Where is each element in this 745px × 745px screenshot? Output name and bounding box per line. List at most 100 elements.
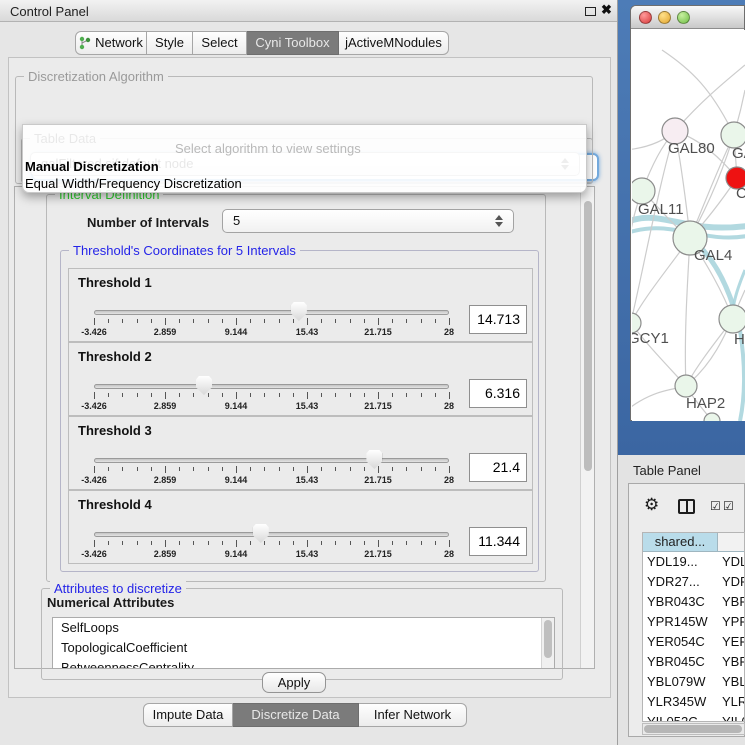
attributes-group: Attributes to discretize Numerical Attri… xyxy=(41,588,563,680)
thresholds-group-title: Threshold's Coordinates for 5 Intervals xyxy=(69,243,300,258)
table-toolbar: ⚙ ☑ ☑ xyxy=(629,484,744,530)
tick-label: -3.426 xyxy=(69,549,119,559)
table-row[interactable]: YPR145WYPR1 xyxy=(643,612,745,632)
slider-thumb[interactable] xyxy=(253,524,269,543)
attributes-group-title: Attributes to discretize xyxy=(50,581,186,596)
threshold-label: Threshold 2 xyxy=(78,349,152,364)
tab-select[interactable]: Select xyxy=(193,31,247,55)
interval-definition-group: Interval Definition Number of Intervals … xyxy=(46,194,546,582)
tab-impute-data[interactable]: Impute Data xyxy=(143,703,233,727)
tick-label: 15.43 xyxy=(282,549,332,559)
tab-label: Impute Data xyxy=(153,707,224,722)
column-header-0[interactable]: shared... xyxy=(643,533,718,552)
minimize-traffic-light-icon[interactable] xyxy=(658,11,671,24)
slider-thumb[interactable] xyxy=(196,376,212,395)
slider-track[interactable] xyxy=(94,458,449,463)
threshold-value-field[interactable]: 11.344 xyxy=(469,527,527,556)
attribute-item[interactable]: SelfLoops xyxy=(53,618,554,638)
table-row[interactable]: YDR27...YDR2 xyxy=(643,572,745,592)
popup-item-manual-discretization[interactable]: Manual Discretization xyxy=(25,159,159,174)
slider-track[interactable] xyxy=(94,310,449,315)
threshold-panel-1: Threshold 1-3.4262.8599.14415.4321.71528… xyxy=(68,268,533,342)
numerical-attributes-list[interactable]: SelfLoopsTopologicalCoefficientBetweenne… xyxy=(52,617,555,669)
column-header-1[interactable]: na xyxy=(718,533,745,552)
close-icon[interactable]: ✖ xyxy=(601,2,612,18)
slider-track[interactable] xyxy=(94,532,449,537)
table-row[interactable]: YDL19...YDL1 xyxy=(643,552,745,572)
node-label: C xyxy=(736,185,745,202)
tick-label: 9.144 xyxy=(211,401,261,411)
settings-scrollpane: Interval Definition Number of Intervals … xyxy=(14,186,595,669)
threshold-value-field[interactable]: 6.316 xyxy=(469,379,527,408)
control-panel-window: Control Panel ✖ Network Style Select Cyni T… xyxy=(0,0,618,745)
slider-track[interactable] xyxy=(94,384,449,389)
table-horizontal-scrollbar[interactable] xyxy=(642,723,745,735)
float-window-icon[interactable] xyxy=(585,7,596,16)
tick-label: 21.715 xyxy=(353,401,403,411)
tab-style[interactable]: Style xyxy=(147,31,193,55)
tab-label: Network xyxy=(95,35,143,50)
table-panel-body: ⚙ ☑ ☑ shared...naYDL19...YDL1YDR27...YDR… xyxy=(628,483,745,737)
tab-infer-network[interactable]: Infer Network xyxy=(359,703,467,727)
network-window-titlebar xyxy=(631,6,744,29)
node-attribute-table[interactable]: shared...naYDL19...YDL1YDR27...YDR2YBR04… xyxy=(642,532,745,722)
table-row[interactable]: YER054CYER0 xyxy=(643,632,745,652)
table-panel: Table Panel ⚙ ☑ ☑ shared...naYDL19...YDL… xyxy=(618,455,745,745)
tick-label: 28 xyxy=(424,549,474,559)
tab-discretize-data[interactable]: Discretize Data xyxy=(233,703,359,727)
attribute-item[interactable]: BetweennessCentrality xyxy=(53,658,554,669)
table-row[interactable]: YIL052CYIL0 xyxy=(643,712,745,722)
slider-thumb[interactable] xyxy=(366,450,382,469)
network-node[interactable] xyxy=(675,375,697,397)
network-node[interactable] xyxy=(719,305,745,333)
close-traffic-light-icon[interactable] xyxy=(639,11,652,24)
table-row[interactable]: YLR345WYLR3 xyxy=(643,692,745,712)
network-icon xyxy=(79,36,91,50)
tick-label: 9.144 xyxy=(211,549,261,559)
attributes-scrollbar[interactable] xyxy=(541,618,554,668)
tab-cyni-toolbox[interactable]: Cyni Toolbox xyxy=(247,31,339,55)
popup-item-equal-width-frequency[interactable]: Equal Width/Frequency Discretization xyxy=(25,176,242,191)
apply-button[interactable]: Apply xyxy=(262,672,326,693)
node-label: GCY1 xyxy=(632,330,669,347)
threshold-label: Threshold 1 xyxy=(78,275,152,290)
select-all-checkbox-icon[interactable]: ☑ xyxy=(723,499,734,513)
screen: Control Panel ✖ Network Style Select Cyni T… xyxy=(0,0,745,745)
node-label: GA xyxy=(732,145,745,162)
panel-title: Control Panel xyxy=(10,4,89,19)
tab-label: Style xyxy=(155,35,184,50)
select-checkbox-icon[interactable]: ☑ xyxy=(710,499,721,513)
tick-label: 21.715 xyxy=(353,475,403,485)
number-of-intervals-combobox[interactable]: 5 xyxy=(222,209,514,233)
node-label: H xyxy=(734,331,745,348)
table-row[interactable]: YBL079WYBL0 xyxy=(643,672,745,692)
tick-label: 2.859 xyxy=(140,475,190,485)
thresholds-group: Threshold's Coordinates for 5 Intervals … xyxy=(60,250,539,572)
threshold-panel-3: Threshold 3-3.4262.8599.14415.4321.71528… xyxy=(68,416,533,490)
node-label: GAL4 xyxy=(694,247,732,264)
tab-network[interactable]: Network xyxy=(75,31,147,55)
tick-label: -3.426 xyxy=(69,401,119,411)
tab-label: jActiveMNodules xyxy=(345,35,442,50)
control-panel-tabs: Network Style Select Cyni Toolbox jActiveMNo… xyxy=(75,31,449,55)
tick-label: 9.144 xyxy=(211,475,261,485)
cyni-mode-tabs: Impute Data Discretize DataInfer Network xyxy=(143,703,467,727)
settings-vertical-scrollbar[interactable] xyxy=(580,187,594,668)
tab-jactivemnodules[interactable]: jActiveMNodules xyxy=(339,31,449,55)
table-row[interactable]: YBR043CYBR0 xyxy=(643,592,745,612)
attribute-item[interactable]: TopologicalCoefficient xyxy=(53,638,554,658)
threshold-label: Threshold 4 xyxy=(78,497,152,512)
columns-icon[interactable] xyxy=(678,499,695,514)
zoom-traffic-light-icon[interactable] xyxy=(677,11,690,24)
network-view-window: GAL80GACGAL11GAL4GCY1HHAP2 xyxy=(630,5,745,421)
tick-label: 15.43 xyxy=(282,475,332,485)
tick-label: 2.859 xyxy=(140,401,190,411)
tab-label: Select xyxy=(201,35,237,50)
threshold-value-field[interactable]: 14.713 xyxy=(469,305,527,334)
tick-label: 21.715 xyxy=(353,549,403,559)
threshold-label: Threshold 3 xyxy=(78,423,152,438)
threshold-value-field[interactable]: 21.4 xyxy=(469,453,527,482)
network-canvas[interactable]: GAL80GACGAL11GAL4GCY1HHAP2 xyxy=(632,30,745,421)
table-row[interactable]: YBR045CYBR0 xyxy=(643,652,745,672)
gear-icon[interactable]: ⚙ xyxy=(644,495,659,515)
